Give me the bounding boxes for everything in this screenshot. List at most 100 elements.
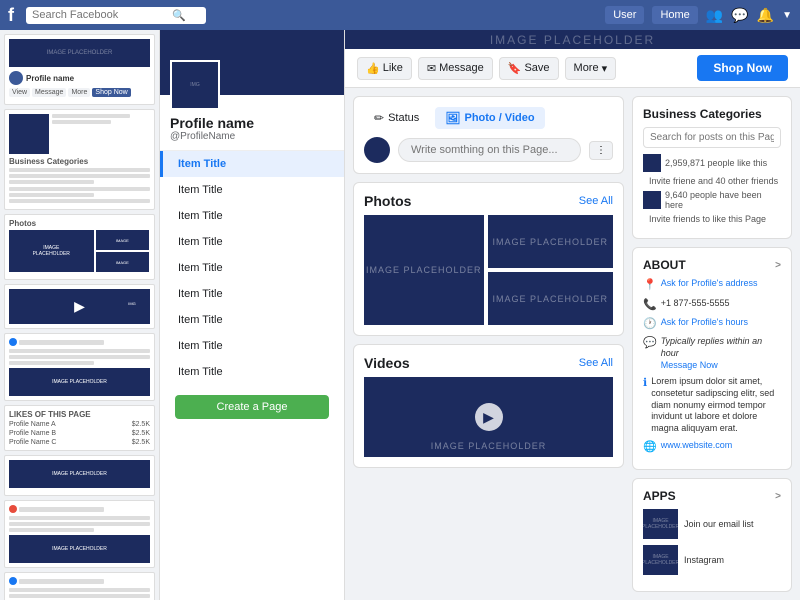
mockup-photo-large: IMAGEPLACEHOLDER <box>9 230 94 272</box>
mockup-view-btn[interactable]: View <box>9 88 30 97</box>
app-item-1: IMAGE PLACEHOLDER Instagram <box>643 545 781 575</box>
mockup-post3-line2 <box>9 594 150 598</box>
about-address[interactable]: Ask for Profile's address <box>661 278 758 290</box>
business-categories-card: Business Categories 2,959,871 people lik… <box>632 96 792 239</box>
biz-stat-text-3: Invite friends to like this Page <box>643 214 766 224</box>
about-card-title: ABOUT > <box>643 258 781 272</box>
biz-stat-text-2: 9,640 people have been here <box>665 190 781 210</box>
status-icon: ✏ <box>374 111 384 125</box>
nav-icons-group: 👥 💬 🔔 ▼ <box>706 7 792 24</box>
video-placeholder: ▶ IMAGE PLACEHOLDER <box>364 377 613 457</box>
clock-icon: 🕐 <box>643 317 657 331</box>
mockup-card-video2: IMAGE PLACEHOLDER <box>4 455 155 496</box>
create-page-button[interactable]: Create a Page <box>175 395 329 419</box>
mockup-profile-a: Profile Name A <box>9 421 56 428</box>
save-icon: 🔖 <box>508 62 522 75</box>
center-nav-item-1[interactable]: Item Title <box>160 177 344 203</box>
notifications-icon[interactable]: 🔔 <box>757 7 774 24</box>
photos-header: Photos See All <box>364 193 613 209</box>
mockup-message-btn[interactable]: Message <box>32 88 66 97</box>
mockup-play-icon: ▶ <box>74 298 85 315</box>
post-input[interactable] <box>398 138 581 162</box>
app-name-0[interactable]: Join our email list <box>684 519 754 529</box>
about-hours-row: 🕐 Ask for Profile's hours <box>643 317 781 331</box>
mockup-card-photos: Photos IMAGEPLACEHOLDER IMAGE IMAGE <box>4 214 155 280</box>
status-tab[interactable]: ✏ Status <box>364 107 429 129</box>
center-nav-item-7[interactable]: Item Title <box>160 333 344 359</box>
center-nav-item-5[interactable]: Item Title <box>160 281 344 307</box>
videos-section: Videos See All ▶ IMAGE PLACEHOLDER <box>353 344 624 468</box>
more-button[interactable]: More ▾ <box>565 57 617 80</box>
save-button[interactable]: 🔖 Save <box>499 57 559 80</box>
center-nav-item-8[interactable]: Item Title <box>160 359 344 385</box>
about-description-row: ℹ Lorem ipsum dolor sit amet, consetetur… <box>643 376 781 434</box>
mockup-post-image: IMAGE PLACEHOLDER <box>9 368 150 396</box>
mockup-post3-name <box>19 579 104 584</box>
apps-arrow-icon[interactable]: > <box>775 491 781 502</box>
friends-icon[interactable]: 👥 <box>706 7 723 24</box>
info-icon: ℹ <box>643 376 647 390</box>
user-button[interactable]: User <box>605 6 644 24</box>
about-message-now[interactable]: Message Now <box>661 360 781 372</box>
center-profile-handle: @ProfileName <box>170 131 334 142</box>
mockup-post2-image: IMAGE PLACEHOLDER <box>9 535 150 563</box>
message-button[interactable]: ✉ Message <box>418 57 493 80</box>
mockup-val-b: $2.5K <box>132 430 150 437</box>
search-input[interactable] <box>32 9 172 21</box>
center-nav-item-6[interactable]: Item Title <box>160 307 344 333</box>
mockup-val-c: $2.5K <box>132 439 150 446</box>
chat-icon[interactable]: 💬 <box>731 7 748 24</box>
photo-video-tab[interactable]: 🖼 Photo / Video <box>435 107 544 129</box>
mockup-profile-b: Profile Name B <box>9 430 56 437</box>
nav-dropdown-icon[interactable]: ▼ <box>782 10 792 21</box>
biz-stat-text-1: Invite friene and 40 other friends <box>643 176 778 186</box>
facebook-logo-icon: f <box>8 5 14 26</box>
mockup-post-name <box>19 340 104 345</box>
about-address-row: 📍 Ask for Profile's address <box>643 278 781 292</box>
center-nav-item-2[interactable]: Item Title <box>160 203 344 229</box>
phone-icon: 📞 <box>643 298 657 312</box>
post-menu-button[interactable]: ⋮ <box>589 141 613 160</box>
about-title-label: ABOUT <box>643 258 686 272</box>
center-navigation: IMG Profile name @ProfileName Item Title… <box>160 30 345 600</box>
location-icon: 📍 <box>643 278 657 292</box>
about-phone-row: 📞 +1 877-555-5555 <box>643 298 781 312</box>
about-card: ABOUT > 📍 Ask for Profile's address 📞 +1… <box>632 247 792 470</box>
center-nav-item-3[interactable]: Item Title <box>160 229 344 255</box>
mockup-video: ▶ IMG <box>9 289 150 324</box>
videos-see-all[interactable]: See All <box>579 357 613 369</box>
search-bar[interactable]: 🔍 <box>26 7 206 24</box>
apps-card: APPS > IMAGE PLACEHOLDER Join our email … <box>632 478 792 592</box>
center-nav-item-4[interactable]: Item Title <box>160 255 344 281</box>
biz-stat-0: 2,959,871 people like this <box>643 154 781 172</box>
like-button[interactable]: 👍 Like <box>357 57 412 80</box>
mockup-more-btn[interactable]: More <box>68 88 90 97</box>
mockup-logo-circle <box>9 338 17 346</box>
mockup-profile-c: Profile Name C <box>9 439 56 446</box>
about-arrow-icon[interactable]: > <box>775 260 781 271</box>
home-button[interactable]: Home <box>652 6 697 24</box>
mockup-post2-line1 <box>9 516 150 520</box>
post-tabs: ✏ Status 🖼 Photo / Video <box>364 107 613 129</box>
center-nav-item-0[interactable]: Item Title <box>160 151 344 177</box>
shop-now-button[interactable]: Shop Now <box>697 55 788 81</box>
video-placeholder-text: IMAGE PLACEHOLDER <box>431 441 547 451</box>
photos-right-column: IMAGE PLACEHOLDER IMAGE PLACEHOLDER <box>488 215 613 325</box>
mockup-shop-btn[interactable]: Shop Now <box>92 88 130 97</box>
video-play-button[interactable]: ▶ <box>475 403 503 431</box>
mockup-card-post1: IMAGE PLACEHOLDER <box>4 333 155 401</box>
biz-search-input[interactable] <box>643 127 781 148</box>
mockup-post-line2 <box>9 355 150 359</box>
right-sidebar: Business Categories 2,959,871 people lik… <box>632 96 792 592</box>
photo-icon: 🖼 <box>445 111 460 125</box>
about-website[interactable]: www.website.com <box>661 440 733 452</box>
photos-see-all[interactable]: See All <box>579 195 613 207</box>
about-hours[interactable]: Ask for Profile's hours <box>661 317 748 329</box>
center-profile-name: Profile name <box>170 115 334 131</box>
mockup-post2-line3 <box>9 528 94 532</box>
content-left-column: ✏ Status 🖼 Photo / Video ⋮ <box>353 96 624 592</box>
save-label: Save <box>524 62 549 74</box>
app-name-1[interactable]: Instagram <box>684 555 724 565</box>
mockup-biz-label: Business Categories <box>9 157 150 166</box>
videos-header: Videos See All <box>364 355 613 371</box>
